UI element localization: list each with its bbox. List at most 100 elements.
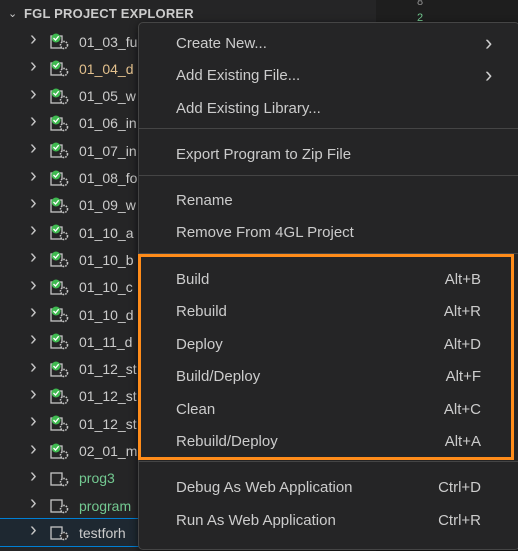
project-gear-check-icon (50, 197, 69, 214)
chevron-down-icon[interactable]: ⌄ (8, 7, 18, 20)
menu-separator (139, 461, 518, 462)
project-gear-check-icon (50, 142, 69, 159)
menu-item-label: Export Program to Zip File (176, 145, 352, 163)
tree-row-label: 01_08_fo (79, 170, 138, 186)
tree-row-label: 01_09_w (79, 197, 136, 214)
tree-row-label: testforh (79, 524, 126, 541)
chevron-right-icon[interactable]: › (30, 110, 42, 133)
project-gear-check-icon (50, 33, 69, 50)
menu-item-add-existing-library[interactable]: Add Existing Library... (139, 92, 518, 124)
chevron-right-icon[interactable]: › (30, 410, 42, 433)
menu-item-shortcut: Ctrl+R (438, 511, 481, 529)
submenu-chevron-icon: › (485, 62, 493, 87)
minimap-digit: 8 (417, 0, 424, 8)
menu-item-shortcut: Alt+F (445, 367, 481, 385)
project-gear-check-icon (50, 388, 69, 405)
menu-item-debug-as-web-application[interactable]: Debug As Web Application Ctrl+D (139, 471, 518, 503)
menu-item-label: Debug As Web Application (176, 478, 353, 496)
tree-row-label: 01_07_in (79, 142, 137, 159)
tree-row-label: 01_04_d (79, 60, 134, 77)
chevron-right-icon[interactable]: › (30, 465, 42, 488)
menu-item-shortcut: Alt+A (444, 432, 481, 450)
tree-row-label: 01_12_st (79, 415, 137, 432)
menu-item-rebuild-deploy[interactable]: Rebuild/Deploy Alt+A (139, 425, 518, 457)
menu-item-label: Remove From 4GL Project (176, 223, 354, 241)
project-gear-check-icon (50, 170, 69, 186)
menu-item-label: Deploy (176, 335, 223, 353)
project-gear-check-icon (50, 115, 69, 132)
chevron-right-icon[interactable]: › (30, 137, 42, 160)
tree-row-label: 01_10_d (79, 306, 134, 323)
project-gear-check-icon (50, 251, 69, 268)
chevron-right-icon[interactable]: › (30, 55, 42, 78)
tree-row-label: prog3 (79, 470, 115, 487)
menu-item-label: Add Existing Library... (176, 99, 321, 117)
project-gear-check-icon (50, 224, 69, 241)
menu-item-build[interactable]: Build Alt+B (139, 263, 518, 295)
chevron-right-icon[interactable]: › (30, 519, 42, 542)
chevron-right-icon[interactable]: › (30, 274, 42, 297)
menu-item-deploy[interactable]: Deploy Alt+D (139, 328, 518, 360)
project-gear-check-icon (50, 60, 69, 77)
tree-row-label: 02_01_m (79, 443, 138, 459)
menu-item-create-new[interactable]: Create New... › (139, 27, 518, 59)
menu-item-run-as-web-application[interactable]: Run As Web Application Ctrl+R (139, 504, 518, 536)
menu-item-label: Run As Web Application (176, 511, 336, 529)
menu-separator (139, 128, 518, 129)
chevron-right-icon[interactable]: › (30, 192, 42, 215)
chevron-right-icon[interactable]: › (30, 301, 42, 324)
menu-item-label: Build (176, 270, 210, 288)
tree-row-label: 01_03_fu (79, 33, 138, 50)
tree-row-label: 01_10_b (79, 251, 134, 268)
chevron-right-icon[interactable]: › (30, 165, 42, 188)
menu-item-clean[interactable]: Clean Alt+C (139, 393, 518, 425)
tree-row-label: 01_06_in (79, 115, 137, 132)
menu-item-rename[interactable]: Rename (139, 184, 518, 216)
menu-item-export-program-to-zip-file[interactable]: Export Program to Zip File (139, 138, 518, 170)
project-gear-check-icon (50, 361, 69, 377)
project-gear-check-icon (50, 306, 69, 323)
project-gear-check-icon (50, 443, 69, 459)
tree-row-label: 01_11_d (79, 333, 133, 350)
project-gear-check-icon (50, 526, 69, 541)
project-gear-check-icon (50, 279, 69, 295)
menu-item-label: Add Existing File... (176, 66, 301, 84)
tree-row-label: 01_10_a (79, 224, 134, 241)
menu-item-shortcut: Alt+R (443, 302, 481, 320)
chevron-right-icon[interactable]: › (30, 28, 42, 51)
project-gear-check-icon (50, 88, 69, 104)
chevron-right-icon[interactable]: › (30, 246, 42, 269)
tree-row-label: 01_05_w (79, 88, 136, 105)
tree-row-label: 01_12_st (79, 361, 137, 378)
menu-separator (139, 253, 518, 254)
menu-item-rebuild[interactable]: Rebuild Alt+R (139, 295, 518, 327)
chevron-right-icon[interactable]: › (30, 83, 42, 106)
menu-item-add-existing-file[interactable]: Add Existing File... › (139, 59, 518, 91)
menu-item-build-deploy[interactable]: Build/Deploy Alt+F (139, 360, 518, 392)
menu-item-label: Create New... (176, 34, 267, 52)
chevron-right-icon[interactable]: › (30, 356, 42, 379)
menu-item-shortcut: Alt+B (444, 270, 481, 288)
project-gear-check-icon (50, 415, 69, 432)
project-gear-check-icon (50, 333, 69, 350)
menu-item-shortcut: Alt+C (443, 400, 481, 418)
chevron-right-icon[interactable]: › (30, 219, 42, 242)
menu-item-label: Build/Deploy (176, 367, 261, 385)
explorer-title: FGL PROJECT EXPLORER (24, 5, 194, 21)
menu-item-shortcut: Ctrl+D (438, 478, 481, 496)
chevron-right-icon[interactable]: › (30, 328, 42, 351)
context-menu: Create New... › Add Existing File... › Add E… (138, 22, 518, 550)
menu-item-shortcut: Alt+D (443, 335, 481, 353)
submenu-chevron-icon: › (485, 30, 493, 55)
tree-row-label: 01_12_st (79, 388, 137, 405)
project-gear-check-icon (50, 499, 69, 514)
chevron-right-icon[interactable]: › (30, 492, 42, 515)
menu-item-label: Rebuild/Deploy (176, 432, 278, 450)
tree-row-label: program (79, 497, 132, 514)
menu-separator (139, 175, 518, 176)
menu-item-remove-from-4gl-project[interactable]: Remove From 4GL Project (139, 216, 518, 248)
chevron-right-icon[interactable]: › (30, 438, 42, 461)
chevron-right-icon[interactable]: › (30, 383, 42, 406)
project-gear-check-icon (50, 472, 69, 487)
menu-item-label: Clean (176, 400, 216, 418)
